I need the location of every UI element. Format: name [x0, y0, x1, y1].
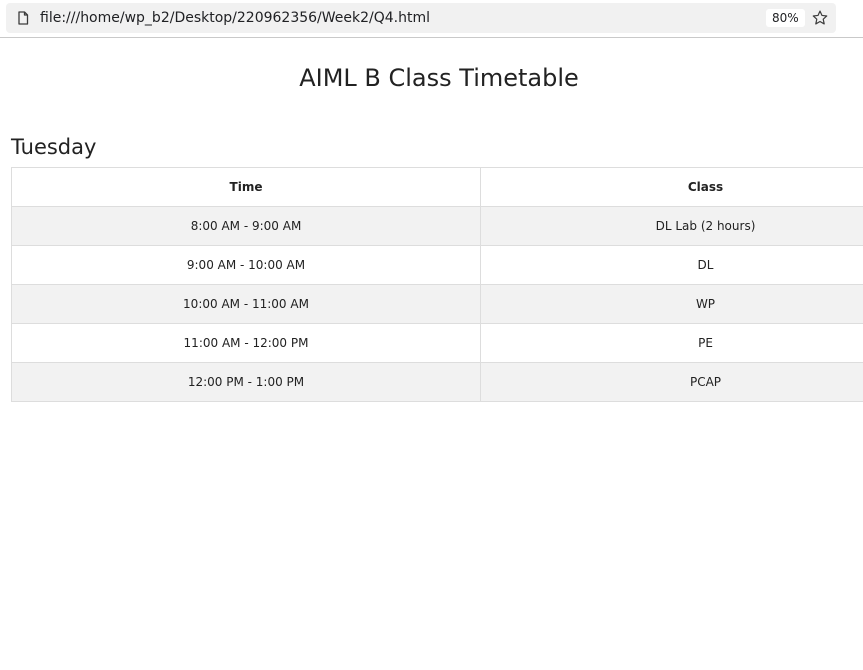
- class-cell: DL Lab (2 hours): [480, 206, 863, 246]
- star-icon[interactable]: [811, 9, 829, 27]
- table-row: 8:00 AM - 9:00 AM DL Lab (2 hours): [11, 206, 863, 246]
- time-cell: 10:00 AM - 11:00 AM: [11, 284, 481, 324]
- table-header-row: Time Class: [11, 167, 863, 207]
- browser-toolbar: file:///home/wp_b2/Desktop/220962356/Wee…: [0, 0, 863, 38]
- page-icon: [18, 11, 29, 25]
- time-cell: 8:00 AM - 9:00 AM: [11, 206, 481, 246]
- time-cell: 9:00 AM - 10:00 AM: [11, 245, 481, 285]
- time-cell: 11:00 AM - 12:00 PM: [11, 323, 481, 363]
- zoom-level-button[interactable]: 80%: [766, 9, 805, 27]
- class-cell: WP: [480, 284, 863, 324]
- table-row: 11:00 AM - 12:00 PM PE: [11, 323, 863, 363]
- column-header-class: Class: [480, 167, 863, 207]
- url-text[interactable]: file:///home/wp_b2/Desktop/220962356/Wee…: [40, 10, 430, 26]
- class-cell: DL: [480, 245, 863, 285]
- page-content: AIML B Class Timetable Tuesday Time Clas…: [0, 39, 863, 670]
- time-cell: 12:00 PM - 1:00 PM: [11, 362, 481, 402]
- table-row: 12:00 PM - 1:00 PM PCAP: [11, 362, 863, 402]
- table-row: 10:00 AM - 11:00 AM WP: [11, 284, 863, 324]
- day-heading: Tuesday: [11, 135, 97, 159]
- class-cell: PCAP: [480, 362, 863, 402]
- column-header-time: Time: [11, 167, 481, 207]
- timetable-table: Time Class 8:00 AM - 9:00 AM DL Lab (2 h…: [11, 167, 863, 402]
- class-cell: PE: [480, 323, 863, 363]
- page-title: AIML B Class Timetable: [299, 64, 579, 92]
- address-bar[interactable]: file:///home/wp_b2/Desktop/220962356/Wee…: [6, 3, 836, 33]
- table-row: 9:00 AM - 10:00 AM DL: [11, 245, 863, 285]
